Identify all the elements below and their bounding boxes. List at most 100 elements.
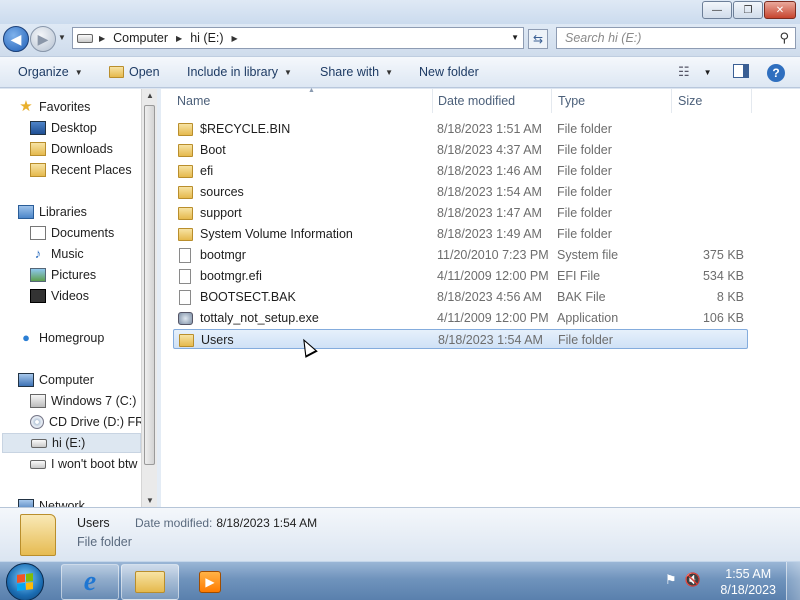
- file-date: 11/20/2010 7:23 PM: [437, 248, 549, 262]
- file-name: Boot: [200, 143, 226, 157]
- file-name: $RECYCLE.BIN: [200, 122, 291, 136]
- column-header-size[interactable]: Size: [672, 89, 752, 113]
- file-size: [678, 140, 744, 160]
- close-button[interactable]: ✕: [764, 1, 796, 19]
- file-row[interactable]: bootmgr 11/20/2010 7:23 PM System file 375 …: [173, 245, 748, 265]
- file-row[interactable]: BOOTSECT.BAK 8/18/2023 4:56 AM BAK File 8 K…: [173, 287, 748, 307]
- file-name-cell: tottaly_not_setup.exe: [178, 308, 319, 328]
- preview-pane-button[interactable]: [733, 64, 749, 78]
- desktop-icon: [30, 121, 46, 135]
- file-icon: [179, 289, 191, 305]
- show-desktop-button[interactable]: [786, 562, 800, 600]
- file-name-cell: $RECYCLE.BIN: [178, 119, 290, 139]
- nav-drive-d[interactable]: CD Drive (D:) FRT: [30, 412, 157, 432]
- breadcrumb-chevron-icon[interactable]: ▶: [99, 34, 105, 43]
- file-date: 4/11/2009 12:00 PM: [437, 311, 549, 325]
- file-name: System Volume Information: [200, 227, 353, 241]
- navigation-scrollbar[interactable]: ▲ ▼: [141, 89, 157, 507]
- address-dropdown-icon[interactable]: ▼: [511, 33, 519, 42]
- nav-drive-f[interactable]: I won't boot btw: [30, 454, 157, 474]
- file-row[interactable]: support 8/18/2023 1:47 AM File folder: [173, 203, 748, 223]
- refresh-button[interactable]: ⇆: [528, 29, 548, 49]
- nav-music[interactable]: ♪ Music: [30, 244, 157, 264]
- nav-libraries[interactable]: Libraries: [18, 202, 157, 222]
- folder-large-icon: [20, 514, 56, 556]
- nav-label: Music: [51, 247, 84, 261]
- downloads-icon: [30, 142, 46, 156]
- nav-pictures[interactable]: Pictures: [30, 265, 157, 285]
- forward-arrow-icon: ▶: [37, 30, 49, 47]
- scrollbar-thumb[interactable]: [144, 105, 155, 465]
- nav-desktop[interactable]: Desktop: [30, 118, 157, 138]
- start-button[interactable]: [6, 563, 44, 600]
- folder-icon: [178, 185, 193, 199]
- file-row[interactable]: sources 8/18/2023 1:54 AM File folder: [173, 182, 748, 202]
- nav-network[interactable]: Network: [18, 496, 157, 507]
- file-row[interactable]: Boot 8/18/2023 4:37 AM File folder: [173, 140, 748, 160]
- recent-pages-dropdown-icon[interactable]: ▼: [58, 33, 66, 42]
- open-label: Open: [129, 65, 160, 79]
- column-header-name[interactable]: Name ▲: [171, 87, 433, 113]
- windows-explorer-icon: [135, 571, 165, 593]
- breadcrumb-chevron-icon[interactable]: ▶: [232, 34, 238, 43]
- file-row[interactable]: efi 8/18/2023 1:46 AM File folder: [173, 161, 748, 181]
- chevron-down-icon: ▼: [385, 67, 393, 77]
- file-row[interactable]: System Volume Information 8/18/2023 1:49 …: [173, 224, 748, 244]
- volume-muted-icon[interactable]: 🔇: [685, 572, 701, 588]
- nav-drive-e[interactable]: hi (E:): [2, 433, 141, 453]
- exe-icon: [178, 311, 193, 325]
- breadcrumb-drive[interactable]: hi (E:): [190, 31, 223, 45]
- file-size: [678, 203, 744, 223]
- nav-label: Downloads: [51, 142, 113, 156]
- forward-button[interactable]: ▶: [30, 26, 56, 52]
- file-row[interactable]: bootmgr.efi 4/11/2009 12:00 PM EFI File 534…: [173, 266, 748, 286]
- scroll-down-icon[interactable]: ▼: [146, 496, 154, 505]
- breadcrumb-computer[interactable]: Computer: [113, 31, 168, 45]
- help-button[interactable]: ?: [767, 64, 785, 82]
- details-date-value: 8/18/2023 1:54 AM: [216, 516, 318, 530]
- nav-homegroup[interactable]: ● Homegroup: [18, 328, 157, 348]
- file-row[interactable]: $RECYCLE.BIN 8/18/2023 1:51 AM File folder: [173, 119, 748, 139]
- address-bar[interactable]: ▶ Computer ▶ hi (E:) ▶ ▼: [72, 27, 524, 49]
- nav-drive-c[interactable]: Windows 7 (C:): [30, 391, 157, 411]
- nav-documents[interactable]: Documents: [30, 223, 157, 243]
- file-type: Application: [557, 311, 619, 325]
- scroll-up-icon[interactable]: ▲: [146, 91, 154, 100]
- include-in-library-button[interactable]: Include in library ▼: [187, 65, 292, 79]
- nav-label: Network: [39, 499, 85, 507]
- search-input[interactable]: Search hi (E:) ⚲: [556, 27, 796, 49]
- change-view-button[interactable]: ☷ ▼: [678, 64, 712, 80]
- file-name-cell: System Volume Information: [178, 224, 353, 244]
- nav-label: Recent Places: [51, 163, 132, 177]
- nav-downloads[interactable]: Downloads: [30, 139, 157, 159]
- preview-pane-icon: [733, 64, 749, 78]
- nav-label: Libraries: [39, 205, 87, 219]
- breadcrumb-chevron-icon[interactable]: ▶: [176, 34, 182, 43]
- taskbar-windows-explorer[interactable]: [121, 564, 179, 600]
- nav-recent-places[interactable]: Recent Places: [30, 160, 157, 180]
- open-button[interactable]: Open: [109, 65, 160, 79]
- libraries-icon: [18, 205, 34, 219]
- file-name-cell: bootmgr.efi: [178, 266, 262, 286]
- search-icon[interactable]: ⚲: [779, 30, 789, 46]
- action-center-icon[interactable]: ⚑: [665, 572, 677, 588]
- column-header-type[interactable]: Type: [552, 89, 672, 113]
- column-header-date[interactable]: Date modified: [432, 89, 552, 113]
- new-folder-button[interactable]: New folder: [419, 65, 479, 79]
- file-name: support: [200, 206, 242, 220]
- file-row[interactable]: tottaly_not_setup.exe 4/11/2009 12:00 PM A…: [173, 308, 748, 328]
- minimize-button[interactable]: —: [702, 1, 732, 19]
- nav-label: Pictures: [51, 268, 97, 282]
- nav-videos[interactable]: Videos: [30, 286, 157, 306]
- file-row[interactable]: Users 8/18/2023 1:54 AM File folder: [173, 329, 748, 349]
- maximize-button[interactable]: ❐: [733, 1, 763, 19]
- nav-favorites[interactable]: ★ Favorites: [18, 97, 157, 117]
- organize-button[interactable]: Organize ▼: [18, 65, 83, 79]
- back-button[interactable]: ◀: [3, 26, 29, 52]
- share-with-button[interactable]: Share with ▼: [320, 65, 393, 79]
- taskbar-internet-explorer[interactable]: e: [61, 564, 119, 600]
- taskbar-media-player[interactable]: ▶: [181, 564, 239, 600]
- nav-computer[interactable]: Computer: [18, 370, 157, 390]
- clock[interactable]: 1:55 AM 8/18/2023: [720, 566, 776, 598]
- file-name-cell: support: [178, 203, 242, 223]
